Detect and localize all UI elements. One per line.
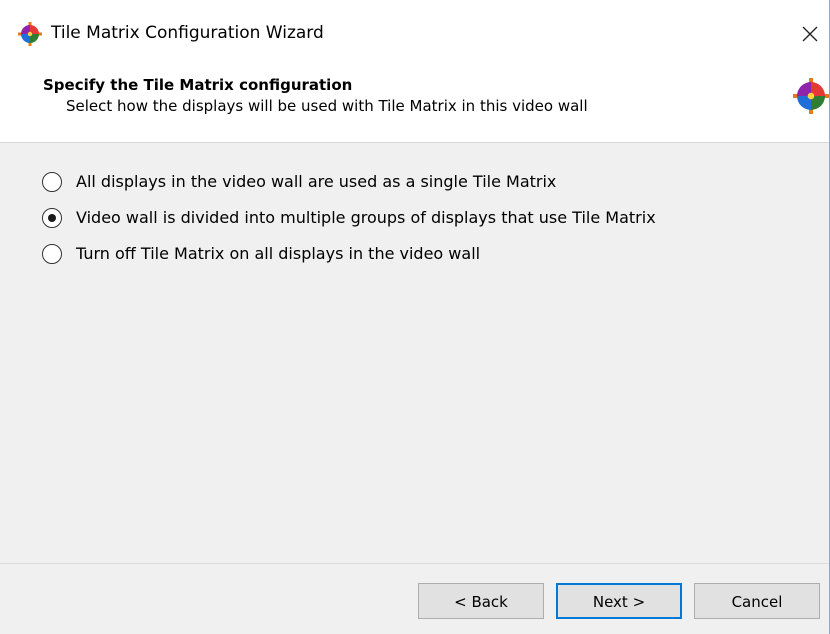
close-icon	[802, 26, 818, 42]
next-button[interactable]: Next >	[556, 583, 682, 619]
option-label: Video wall is divided into multiple grou…	[76, 208, 656, 227]
tile-matrix-color-wheel-icon	[18, 22, 42, 46]
option-label: Turn off Tile Matrix on all displays in …	[76, 244, 481, 263]
page-title: Specify the Tile Matrix configuration	[43, 76, 353, 94]
radio-button-selected[interactable]	[42, 208, 62, 228]
option-turn-off-tile-matrix[interactable]: Turn off Tile Matrix on all displays in …	[42, 242, 480, 266]
wizard-footer: < Back Next > Cancel	[0, 563, 829, 634]
radio-button[interactable]	[42, 244, 62, 264]
option-multiple-groups[interactable]: Video wall is divided into multiple grou…	[42, 206, 656, 230]
page-subtitle: Select how the displays will be used wit…	[66, 97, 588, 115]
option-single-tile-matrix[interactable]: All displays in the video wall are used …	[42, 170, 556, 194]
wizard-header: Specify the Tile Matrix configuration Se…	[0, 64, 829, 143]
tile-matrix-color-wheel-icon	[793, 78, 829, 114]
back-button[interactable]: < Back	[418, 583, 544, 619]
radio-button[interactable]	[42, 172, 62, 192]
option-label: All displays in the video wall are used …	[76, 172, 557, 191]
wizard-content: All displays in the video wall are used …	[0, 143, 829, 563]
close-button[interactable]	[790, 14, 830, 54]
title-bar: Tile Matrix Configuration Wizard	[0, 0, 829, 64]
cancel-button[interactable]: Cancel	[694, 583, 820, 619]
window-title: Tile Matrix Configuration Wizard	[51, 23, 324, 43]
wizard-window: Tile Matrix Configuration Wizard Specify…	[0, 0, 830, 634]
